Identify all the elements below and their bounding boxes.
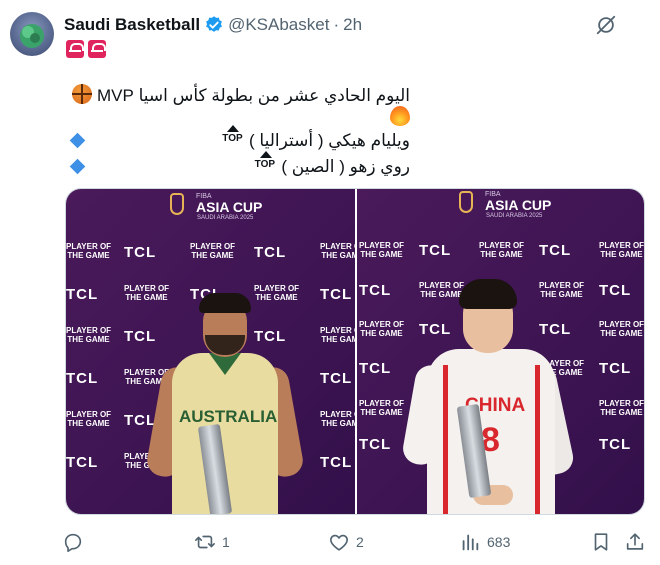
sponsor-tcl: TCL <box>599 282 632 299</box>
sponsor-tcl: TCL <box>539 321 572 338</box>
potg-label: PLAYER OFTHE GAME <box>479 241 525 259</box>
potg-label: PLAYER OFTHE GAME <box>599 320 645 338</box>
cup-subtitle: SAUDI ARABIA 2025 <box>197 215 254 221</box>
sponsor-tcl: TCL <box>539 242 572 259</box>
cup-title: ASIA CUP <box>196 199 263 215</box>
potg-label: PLAYER OFTHE GAME <box>320 242 355 260</box>
tweet-header: Saudi Basketball @KSAbasket · 2h <box>64 14 362 36</box>
heart-icon <box>330 534 348 551</box>
reply-icon <box>64 533 82 552</box>
sponsor-tcl: TCL <box>124 244 157 261</box>
flag-emojis <box>66 40 106 58</box>
jersey-stripe <box>535 365 540 514</box>
jersey-stripe <box>443 365 448 514</box>
sponsor-tcl: TCL <box>254 328 287 345</box>
player1-line: ويليام هيكي ( أستراليا ) <box>249 131 410 150</box>
sponsor-tcl: TCL <box>66 286 99 303</box>
jersey-text: AUSTRALIA <box>179 407 278 426</box>
tweet[interactable]: Saudi Basketball @KSAbasket · 2h اليوم ا… <box>0 0 660 565</box>
sponsor-tcl: TCL <box>599 360 632 377</box>
fiba-trophy-logo-icon <box>170 193 184 215</box>
avatar-logo-icon <box>20 24 44 48</box>
top-arrow-icon: TOP <box>222 125 244 148</box>
timestamp[interactable]: 2h <box>343 15 362 35</box>
potg-label: PLAYER OFTHE GAME <box>124 284 170 302</box>
siren-flag-icon <box>88 40 106 58</box>
sponsor-tcl: TCL <box>124 328 157 345</box>
action-bar: 1 2 683 <box>62 530 652 554</box>
retweet-icon <box>195 535 215 549</box>
cup-subtitle: SAUDI ARABIA 2025 <box>486 213 543 219</box>
potg-label: PLAYER OFTHE GAME <box>359 399 405 417</box>
basketball-icon <box>72 84 93 104</box>
grok-icon[interactable] <box>595 14 617 36</box>
views-count: 683 <box>487 534 511 550</box>
handle[interactable]: @KSAbasket <box>228 15 329 35</box>
sponsor-tcl: TCL <box>66 454 99 471</box>
views-icon <box>462 534 479 551</box>
potg-label: PLAYER OFTHE GAME <box>254 284 300 302</box>
sponsor-tcl: TCL <box>599 436 632 453</box>
potg-label: PLAYER OFTHE GAME <box>66 410 112 428</box>
sponsor-tcl: TCL <box>124 412 157 429</box>
top-arrow-icon: TOP <box>255 151 277 174</box>
like-button[interactable]: 2 <box>328 530 364 554</box>
potg-label: PLAYER OFTHE GAME <box>359 241 405 259</box>
player-hair <box>199 293 251 313</box>
player-hair <box>459 279 517 309</box>
sponsor-tcl: TCL <box>359 436 392 453</box>
potg-label: PLAYER OFTHE GAME <box>66 242 112 260</box>
tweet-text-line3: روي زهو ( الصين ) TOP <box>66 151 410 178</box>
retweet-button[interactable]: 1 <box>194 530 230 554</box>
verified-badge-icon <box>206 16 222 32</box>
like-count: 2 <box>356 534 364 550</box>
potg-label: PLAYER OFTHE GAME <box>599 241 645 259</box>
fiba-trophy-logo-icon <box>459 191 473 213</box>
share-icon <box>626 533 644 550</box>
tweet-headline: اليوم الحادي عشر من بطولة كأس اسيا MVP <box>97 86 410 105</box>
potg-label: PLAYER OFTHE GAME <box>190 242 236 260</box>
share-button[interactable] <box>624 530 646 554</box>
sponsor-tcl: TCL <box>419 242 452 259</box>
potg-label: PLAYER OFTHE GAME <box>66 326 112 344</box>
potg-label: PLAYER OFTHE GAME <box>359 320 405 338</box>
potg-label: PLAYER OFTHE GAME <box>320 326 355 344</box>
views-button[interactable]: 683 <box>459 530 510 554</box>
separator-dot: · <box>333 15 340 34</box>
sponsor-tcl: TCL <box>320 454 353 471</box>
sponsor-tcl: TCL <box>320 370 353 387</box>
display-name[interactable]: Saudi Basketball <box>64 15 200 35</box>
avatar[interactable] <box>10 12 54 56</box>
potg-label: PLAYER OFTHE GAME <box>320 410 355 428</box>
tweet-text-line1: اليوم الحادي عشر من بطولة كأس اسيا MVP <box>66 84 410 126</box>
bookmark-icon <box>594 533 608 551</box>
sponsor-tcl: TCL <box>66 370 99 387</box>
siren-flag-icon <box>66 40 84 58</box>
sponsor-tcl: TCL <box>359 360 392 377</box>
potg-label: PLAYER OFTHE GAME <box>599 399 645 417</box>
sponsor-tcl: TCL <box>254 244 287 261</box>
media-grid[interactable]: FIBA ASIA CUP SAUDI ARABIA 2025 TCL TCL … <box>65 188 645 515</box>
sponsor-tcl: TCL <box>419 321 452 338</box>
tweet-text-line2: ويليام هيكي ( أستراليا ) TOP <box>66 125 410 152</box>
bookmark-button[interactable] <box>590 530 612 554</box>
sponsor-tcl: TCL <box>320 286 353 303</box>
cup-title: ASIA CUP <box>485 197 552 213</box>
potg-label: PLAYER OFTHE GAME <box>539 281 585 299</box>
photo-china-player[interactable]: FIBA ASIA CUP SAUDI ARABIA 2025 TCL TCL … <box>357 189 645 514</box>
potg-label: PLAYER OFTHE GAME <box>419 281 465 299</box>
player2-line: روي زهو ( الصين ) <box>281 157 410 176</box>
reply-button[interactable] <box>62 530 84 554</box>
photo-australia-player[interactable]: FIBA ASIA CUP SAUDI ARABIA 2025 TCL TCL … <box>66 189 355 514</box>
fire-icon <box>390 106 410 126</box>
retweet-count: 1 <box>222 534 230 550</box>
sponsor-tcl: TCL <box>359 282 392 299</box>
